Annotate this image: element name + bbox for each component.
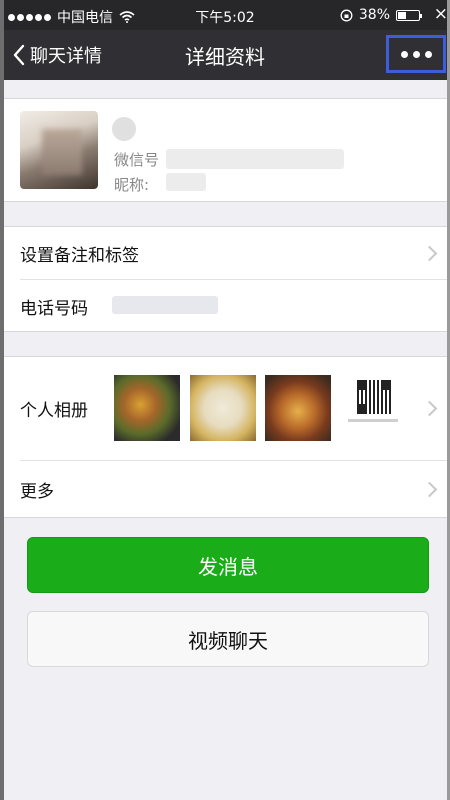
more-label: 更多 bbox=[20, 481, 54, 502]
album-thumbnail bbox=[190, 375, 256, 441]
navigation-bar: 聊天详情 详细资料 bbox=[0, 30, 450, 80]
video-call-button[interactable]: 视频聊天 bbox=[27, 611, 429, 667]
qr-code-thumbnail bbox=[340, 375, 406, 441]
album-label: 个人相册 bbox=[20, 401, 88, 421]
qr-caption bbox=[348, 419, 398, 422]
wechat-id-label: 微信号 bbox=[114, 151, 160, 169]
ellipsis-icon bbox=[400, 50, 408, 58]
chevron-right-icon bbox=[421, 481, 438, 497]
qr-code-icon bbox=[357, 380, 391, 414]
settings-group: 设置备注和标签 电话号码 bbox=[4, 226, 447, 332]
battery-icon bbox=[396, 9, 422, 21]
phone-row[interactable]: 电话号码 bbox=[4, 280, 447, 332]
album-thumbnail bbox=[265, 375, 331, 441]
more-row[interactable]: 更多 bbox=[4, 461, 447, 517]
page-title: 详细资料 bbox=[185, 45, 265, 69]
remark-tags-row[interactable]: 设置备注和标签 bbox=[4, 227, 447, 279]
page-edge-left bbox=[0, 0, 4, 800]
phone-label: 电话号码 bbox=[20, 298, 88, 319]
more-options-button[interactable] bbox=[386, 35, 446, 73]
battery-fill bbox=[398, 11, 406, 19]
status-bar: 中国电信 下午5:02 38% × bbox=[0, 0, 450, 30]
phone-redaction bbox=[112, 296, 218, 314]
avatar-pixelation bbox=[42, 129, 82, 175]
chevron-right-icon bbox=[421, 245, 438, 261]
album-thumbnail bbox=[114, 375, 180, 441]
close-icon[interactable]: × bbox=[434, 4, 448, 24]
avatar[interactable] bbox=[20, 111, 98, 189]
orientation-lock-icon bbox=[340, 9, 353, 21]
status-right: 38% bbox=[340, 7, 422, 23]
name-redaction bbox=[112, 117, 136, 141]
album-row[interactable]: 个人相册 bbox=[4, 357, 447, 460]
album-group: 个人相册 更多 bbox=[4, 356, 447, 518]
battery-percent: 38% bbox=[358, 7, 390, 23]
profile-card: 微信号 昵称: bbox=[4, 98, 447, 202]
nickname-label: 昵称: bbox=[114, 176, 150, 194]
send-message-button[interactable]: 发消息 bbox=[27, 537, 429, 593]
wechat-id-redaction bbox=[166, 149, 344, 169]
chevron-right-icon bbox=[421, 400, 438, 417]
remark-tags-label: 设置备注和标签 bbox=[20, 245, 139, 266]
nickname-redaction bbox=[166, 173, 206, 191]
